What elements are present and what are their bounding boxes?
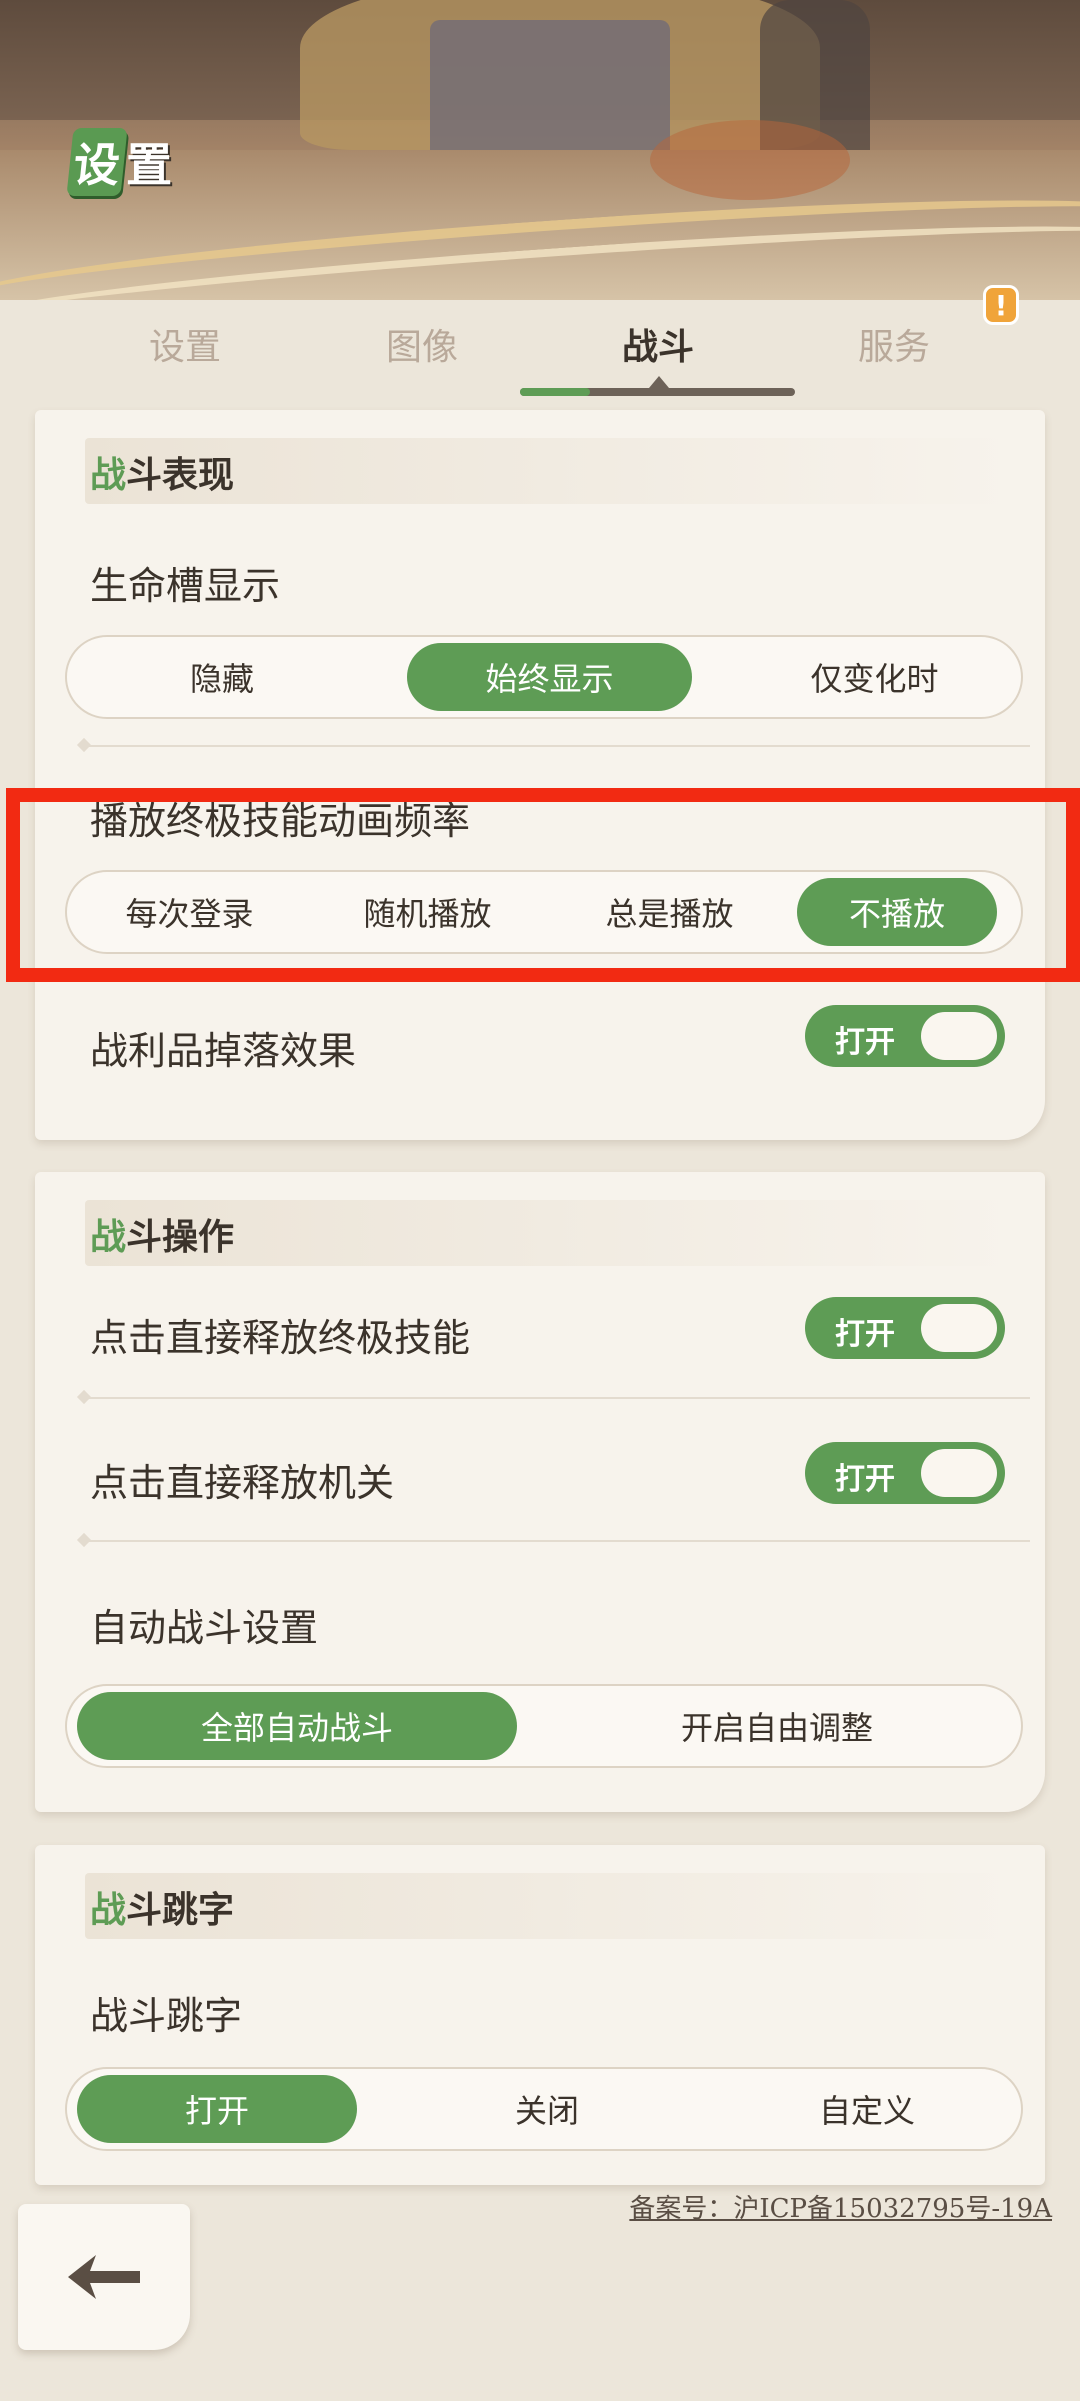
- hp-bar-segmented: 隐藏 始终显示 仅变化时: [65, 635, 1023, 719]
- tab-caret-icon: [649, 376, 669, 388]
- divider: [76, 1389, 1030, 1405]
- option-on[interactable]: 打开: [77, 2075, 357, 2143]
- divider: [76, 737, 1030, 753]
- section-title: 战斗表现: [90, 455, 235, 496]
- back-arrow-icon: [68, 2255, 140, 2299]
- divider: [76, 1532, 1030, 1548]
- auto-battle-segmented: 全部自动战斗 开启自由调整: [65, 1684, 1023, 1768]
- hp-bar-label: 生命槽显示: [90, 564, 281, 608]
- card-battle-display: 战斗表现 生命槽显示 隐藏 始终显示 仅变化时 播放终极技能动画频率 每次登录 …: [35, 410, 1045, 1140]
- logo-text: 置: [126, 138, 172, 192]
- tab-indicator: [520, 388, 795, 396]
- option-full-auto[interactable]: 全部自动战斗: [77, 1692, 517, 1760]
- tab-settings[interactable]: 设置: [85, 318, 285, 374]
- section-title: 战斗操作: [90, 1217, 235, 1258]
- damage-numbers-label: 战斗跳字: [90, 1994, 243, 2038]
- tap-ult-label: 点击直接释放终极技能: [90, 1316, 471, 1360]
- option-off[interactable]: 关闭: [407, 2075, 687, 2143]
- tap-trap-label: 点击直接释放机关: [90, 1461, 395, 1505]
- card-battle-operation: 战斗操作 点击直接释放终极技能 打开 点击直接释放机关 打开 自动战斗设置 全部…: [35, 1172, 1045, 1812]
- auto-battle-label: 自动战斗设置: [90, 1606, 319, 1650]
- tab-battle[interactable]: 战斗: [558, 318, 758, 374]
- option-on-change[interactable]: 仅变化时: [732, 643, 1017, 711]
- back-button[interactable]: [18, 2204, 190, 2350]
- option-custom[interactable]: 自定义: [727, 2075, 1007, 2143]
- alert-icon: !: [983, 285, 1019, 325]
- option-free-adjust[interactable]: 开启自由调整: [557, 1692, 997, 1760]
- card-damage-numbers: 战斗跳字 战斗跳字 打开 关闭 自定义: [35, 1845, 1045, 2185]
- toggle-knob: [921, 1012, 997, 1060]
- settings-logo: 设 置: [66, 128, 172, 196]
- loot-effect-label: 战利品掉落效果: [90, 1029, 357, 1073]
- icp-link[interactable]: 备案号：沪ICP备15032795号-19A: [629, 2188, 1052, 2225]
- tap-trap-toggle[interactable]: 打开: [805, 1442, 1005, 1504]
- tap-ult-toggle[interactable]: 打开: [805, 1297, 1005, 1359]
- damage-numbers-segmented: 打开 关闭 自定义: [65, 2067, 1023, 2151]
- section-title: 战斗跳字: [90, 1890, 235, 1931]
- option-always-show[interactable]: 始终显示: [407, 643, 692, 711]
- option-hide[interactable]: 隐藏: [77, 643, 367, 711]
- toggle-knob: [921, 1304, 997, 1352]
- logo-badge: 设: [66, 128, 128, 196]
- loot-effect-toggle[interactable]: 打开: [805, 1005, 1005, 1067]
- tab-graphics[interactable]: 图像: [322, 318, 522, 374]
- tab-service[interactable]: 服务: [794, 318, 994, 374]
- highlight-box: [6, 788, 1080, 982]
- toggle-knob: [921, 1449, 997, 1497]
